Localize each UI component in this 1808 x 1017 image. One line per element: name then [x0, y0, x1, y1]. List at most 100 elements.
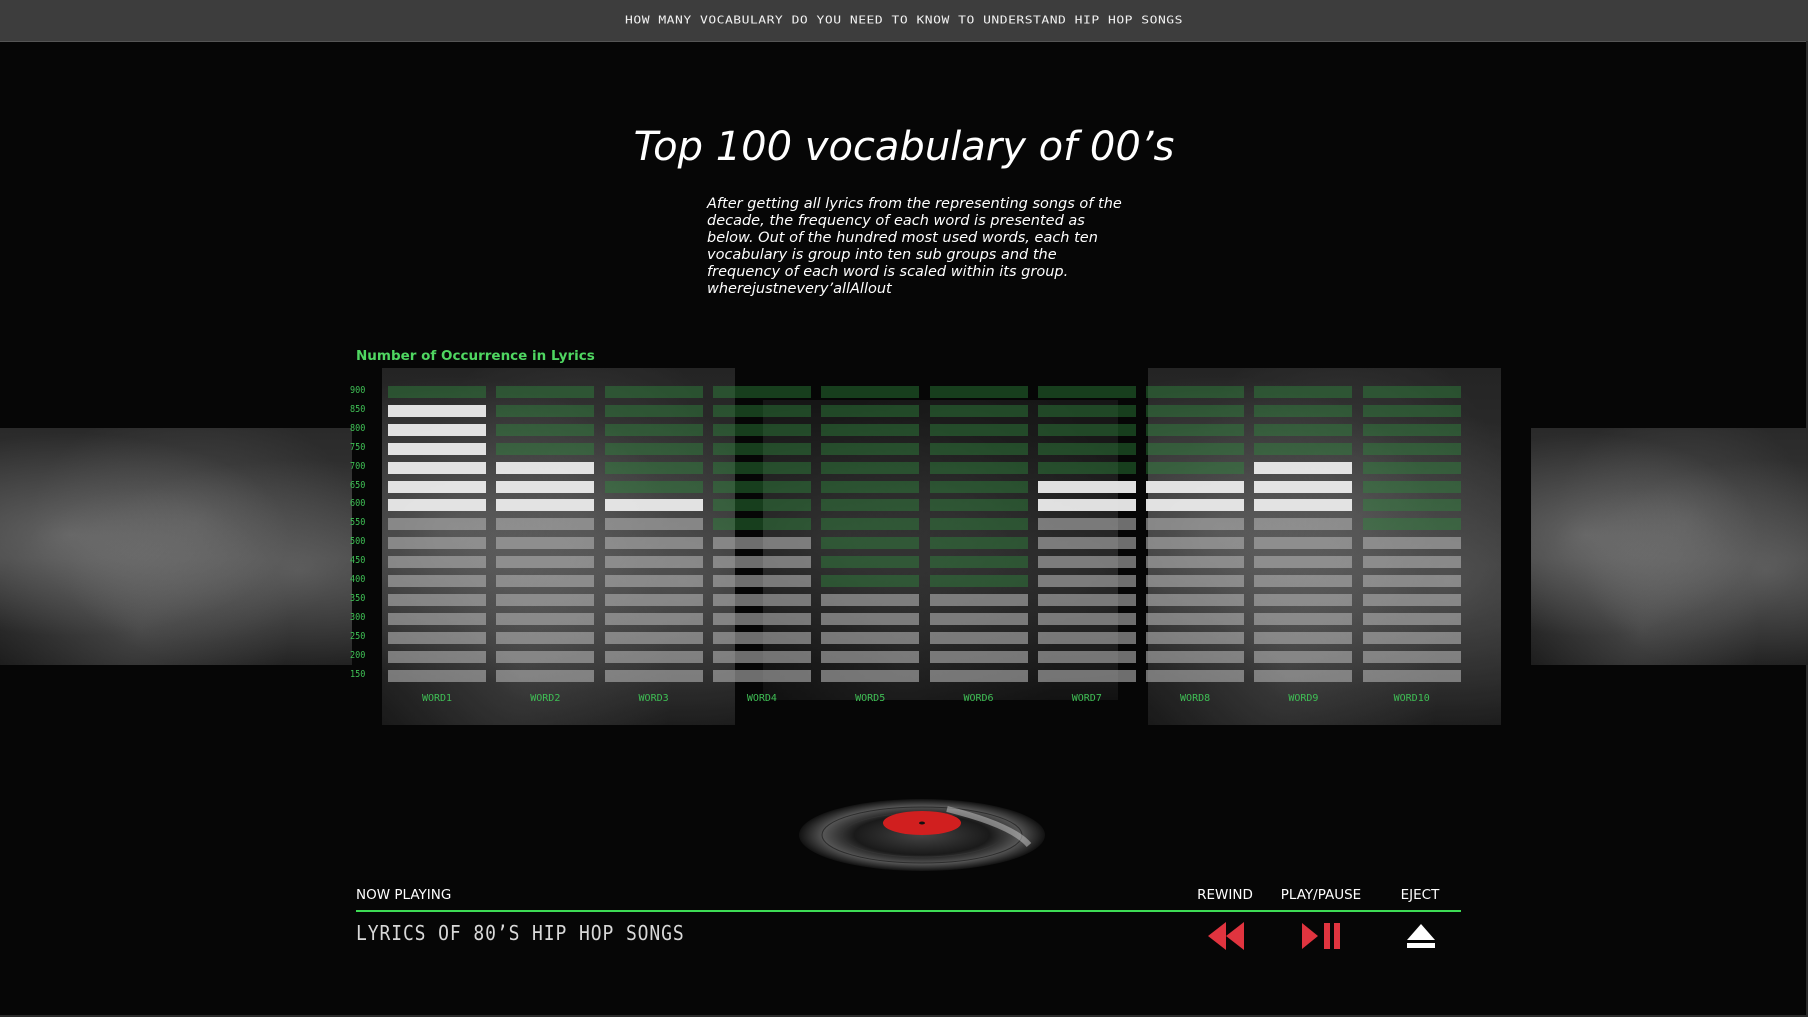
description-text: After getting all lyrics from the repres…: [707, 196, 1122, 280]
bar-segment: [1254, 480, 1353, 493]
y-tick-label: 900: [350, 385, 366, 396]
bar-segment: [604, 631, 703, 644]
y-tick-label: 700: [350, 460, 366, 472]
y-axis-label: Number of Occurrence in Lyrics: [356, 348, 595, 364]
bar-segment: [1037, 442, 1136, 455]
bar-segment: [1254, 386, 1353, 398]
x-tick-label: word10: [1393, 693, 1430, 704]
bar-segment: [496, 442, 595, 455]
y-tick-label: 550: [350, 517, 366, 529]
bar-segment: [388, 556, 486, 569]
bar-segment: [496, 386, 595, 398]
bar-segment: [1146, 556, 1245, 569]
bar-segment: [388, 518, 486, 531]
bar-segment: [929, 499, 1028, 512]
bar-segment: [929, 518, 1028, 531]
bar-segment: [496, 499, 595, 512]
bar-segment: [1146, 537, 1245, 550]
eject-label: EJECT: [1400, 887, 1440, 903]
bar-segment: [929, 650, 1028, 663]
bar-segment: [1146, 631, 1245, 644]
bar-segment: [1037, 423, 1136, 436]
rewind-label: REWIND: [1197, 887, 1253, 903]
description: After getting all lyrics from the repres…: [707, 196, 1127, 298]
eject-button[interactable]: [1405, 918, 1437, 958]
bar-segment: [821, 537, 920, 550]
bar-segment: [604, 518, 703, 531]
bar-segment: [821, 404, 920, 417]
bar-segment: [496, 556, 595, 569]
bar-segment: [388, 612, 486, 625]
bar-segment: [604, 575, 703, 587]
bar-segment: [929, 537, 1028, 550]
bar-segment: [496, 461, 595, 474]
bar-segment: [496, 650, 595, 663]
bar-segment: [821, 650, 920, 663]
bar-segment: [1146, 499, 1245, 512]
y-tick-label: 300: [350, 611, 366, 623]
bar-segment: [1362, 480, 1461, 493]
bar-segment: [1146, 575, 1245, 587]
play-pause-button[interactable]: [1300, 918, 1342, 958]
x-tick-label: word5: [855, 693, 886, 704]
y-tick-label: 750: [350, 441, 366, 453]
bar-segment: [1037, 556, 1136, 569]
bar-segment: [388, 575, 486, 587]
y-tick-label: 150: [350, 668, 366, 680]
bar-segment: [821, 480, 920, 493]
bar-segment: [1362, 461, 1461, 474]
bar-segment: [388, 442, 486, 455]
bar-segment: [604, 461, 703, 474]
play-pause-label: PLAY/PAUSE: [1280, 887, 1362, 903]
y-tick-label: 400: [350, 574, 366, 585]
bar-segment: [604, 423, 703, 436]
bar-segment: [712, 518, 811, 531]
left-background-photo: [0, 428, 352, 665]
bar-segment: [1362, 669, 1461, 682]
play-pause-icon: [1302, 923, 1340, 949]
eject-icon: [1407, 924, 1435, 948]
bar-segment: [1362, 386, 1461, 398]
bar-segment: [1146, 612, 1245, 625]
bar-segment: [1037, 480, 1136, 493]
bar-segment: [1037, 593, 1136, 606]
bar-segment: [1037, 404, 1136, 417]
rewind-button[interactable]: [1206, 918, 1246, 958]
bar-segment: [604, 669, 703, 682]
bar-segment: [1362, 518, 1461, 531]
player-divider: [356, 910, 1461, 912]
bar-segment: [712, 612, 811, 625]
bar-segment: [821, 612, 920, 625]
bar-segment: [388, 499, 486, 512]
bar-segment: [496, 480, 595, 493]
bar-segment: [1362, 442, 1461, 455]
bar-segment: [1362, 537, 1461, 550]
bar-segment: [929, 386, 1028, 398]
bar-segment: [1037, 650, 1136, 663]
bar-segment: [1037, 499, 1136, 512]
bar-segment: [712, 442, 811, 455]
bar-segment: [712, 423, 811, 436]
bar-segment: [1254, 650, 1353, 663]
bar-segment: [604, 537, 703, 550]
y-tick-label: 850: [350, 403, 366, 415]
bar-segment: [604, 480, 703, 493]
bar-segment: [604, 442, 703, 455]
bar-segment: [1037, 575, 1136, 587]
bar-segment: [821, 631, 920, 644]
y-tick-label: 650: [350, 479, 366, 491]
bar-segment: [1146, 404, 1245, 417]
bar-segment: [1254, 423, 1353, 436]
x-tick-label: word2: [530, 693, 561, 704]
bar-segment: [1146, 669, 1245, 682]
bar-segment: [1037, 518, 1136, 531]
bar-segment: [388, 593, 486, 606]
bar-segment: [929, 669, 1028, 682]
bar-segment: [1146, 650, 1245, 663]
bar-segment: [712, 669, 811, 682]
bar-segment: [1362, 593, 1461, 606]
bar-segment: [1254, 669, 1353, 682]
bar-segment: [712, 537, 811, 550]
y-tick-label: 800: [350, 422, 366, 434]
bar-segment: [929, 593, 1028, 606]
